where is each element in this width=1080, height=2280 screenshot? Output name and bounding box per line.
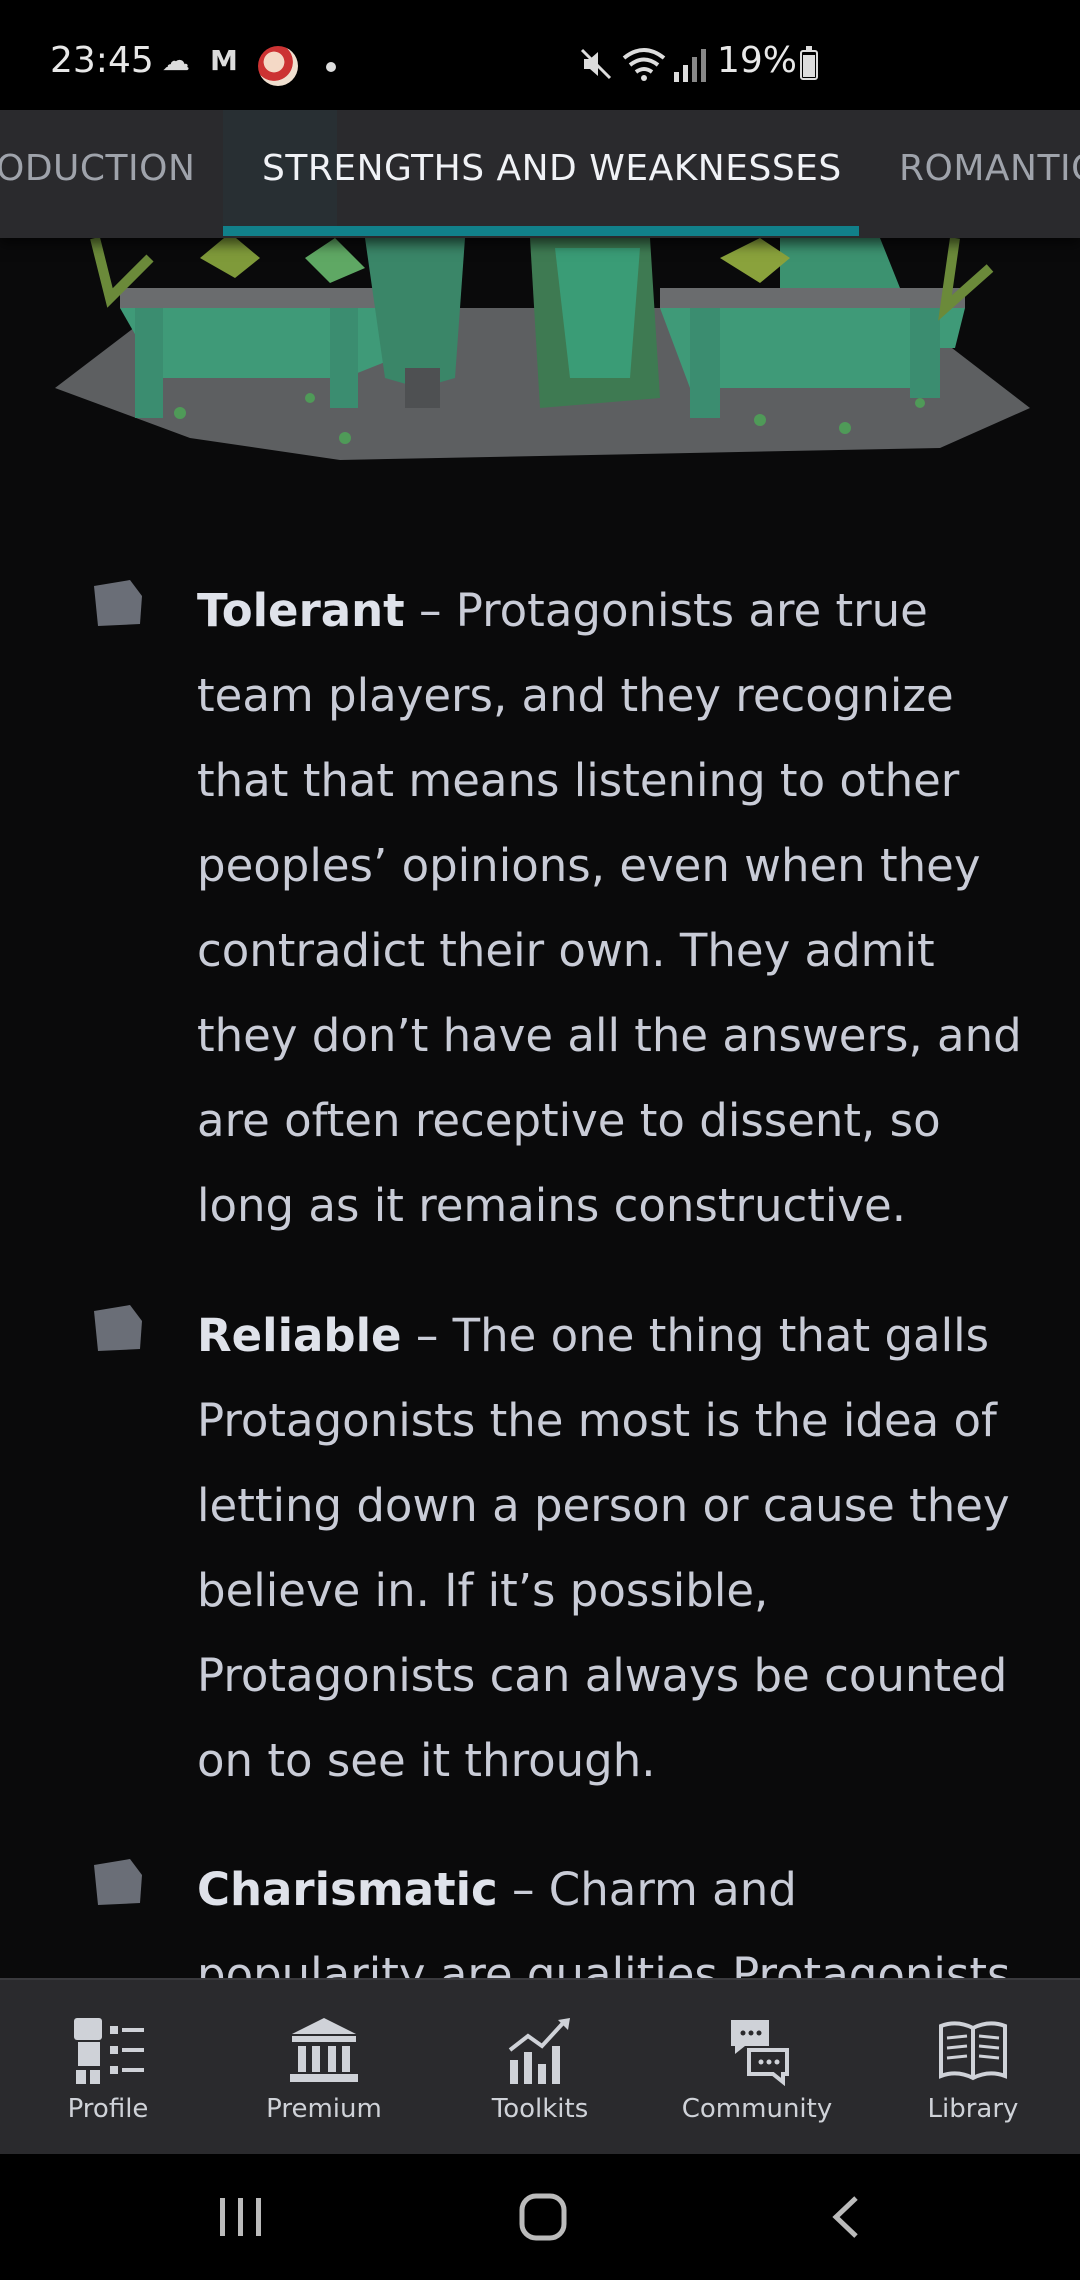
header-illustration: [0, 238, 1080, 478]
active-tab-indicator: [223, 226, 859, 236]
nav-label: Premium: [266, 2094, 382, 2124]
library-icon: [939, 2021, 1007, 2081]
notification-dot: [326, 62, 336, 72]
tab-introduction[interactable]: ODUCTION: [0, 110, 195, 238]
home-icon[interactable]: [518, 2192, 568, 2242]
system-navigation-bar: [0, 2154, 1080, 2280]
battery-percent: 19%: [717, 40, 798, 81]
recents-icon[interactable]: [218, 2196, 264, 2238]
toolkits-icon: [508, 2018, 570, 2084]
list-item-text: Reliable – The one thing that galls Prot…: [197, 1293, 1037, 1803]
nav-premium[interactable]: Premium: [224, 1980, 424, 2156]
cloud-icon: ☁: [162, 44, 190, 77]
list-item-title: Reliable: [197, 1309, 402, 1362]
signal-icon: [674, 49, 706, 82]
list-item-text: Tolerant – Protagonists are true team pl…: [197, 568, 1037, 1248]
mail-icon: M: [210, 44, 238, 77]
list-item-title: Tolerant: [197, 584, 405, 637]
mute-icon: [580, 48, 612, 80]
nav-profile[interactable]: Profile: [8, 1980, 208, 2156]
nav-community[interactable]: Community: [657, 1980, 857, 2156]
community-icon: [731, 2020, 789, 2086]
battery-icon: [800, 46, 818, 80]
tab-strengths-weaknesses[interactable]: STRENGTHS AND WEAKNESSES: [262, 110, 842, 238]
nav-label: Library: [927, 2094, 1019, 2124]
pentagon-bullet-icon: [94, 580, 142, 626]
bottom-navigation: Profile Premium Toolkits Community Libra…: [0, 1978, 1080, 2154]
avatar: [258, 46, 298, 86]
tab-romantic[interactable]: ROMANTIC: [899, 110, 1080, 238]
status-bar: 23:45 ☁ M 19%: [0, 0, 1080, 110]
list-item-body: – Protagonists are true team players, an…: [197, 584, 1022, 1232]
nav-label: Community: [681, 2094, 833, 2124]
premium-icon: [290, 2018, 358, 2082]
pentagon-bullet-icon: [94, 1305, 142, 1351]
list-item-body: – The one thing that galls Protagonists …: [197, 1309, 1010, 1787]
back-icon[interactable]: [828, 2194, 862, 2240]
nav-label: Toolkits: [491, 2094, 589, 2124]
profile-icon: [74, 2018, 144, 2084]
wifi-icon: [622, 48, 666, 81]
nav-label: Profile: [67, 2094, 149, 2124]
pentagon-bullet-icon: [94, 1859, 142, 1905]
list-item-title: Charismatic: [197, 1863, 498, 1916]
section-tabs: ODUCTION STRENGTHS AND WEAKNESSES ROMANT…: [0, 110, 1080, 238]
nav-toolkits[interactable]: Toolkits: [440, 1980, 640, 2156]
nav-library[interactable]: Library: [873, 1980, 1073, 2156]
status-time: 23:45: [50, 40, 154, 81]
